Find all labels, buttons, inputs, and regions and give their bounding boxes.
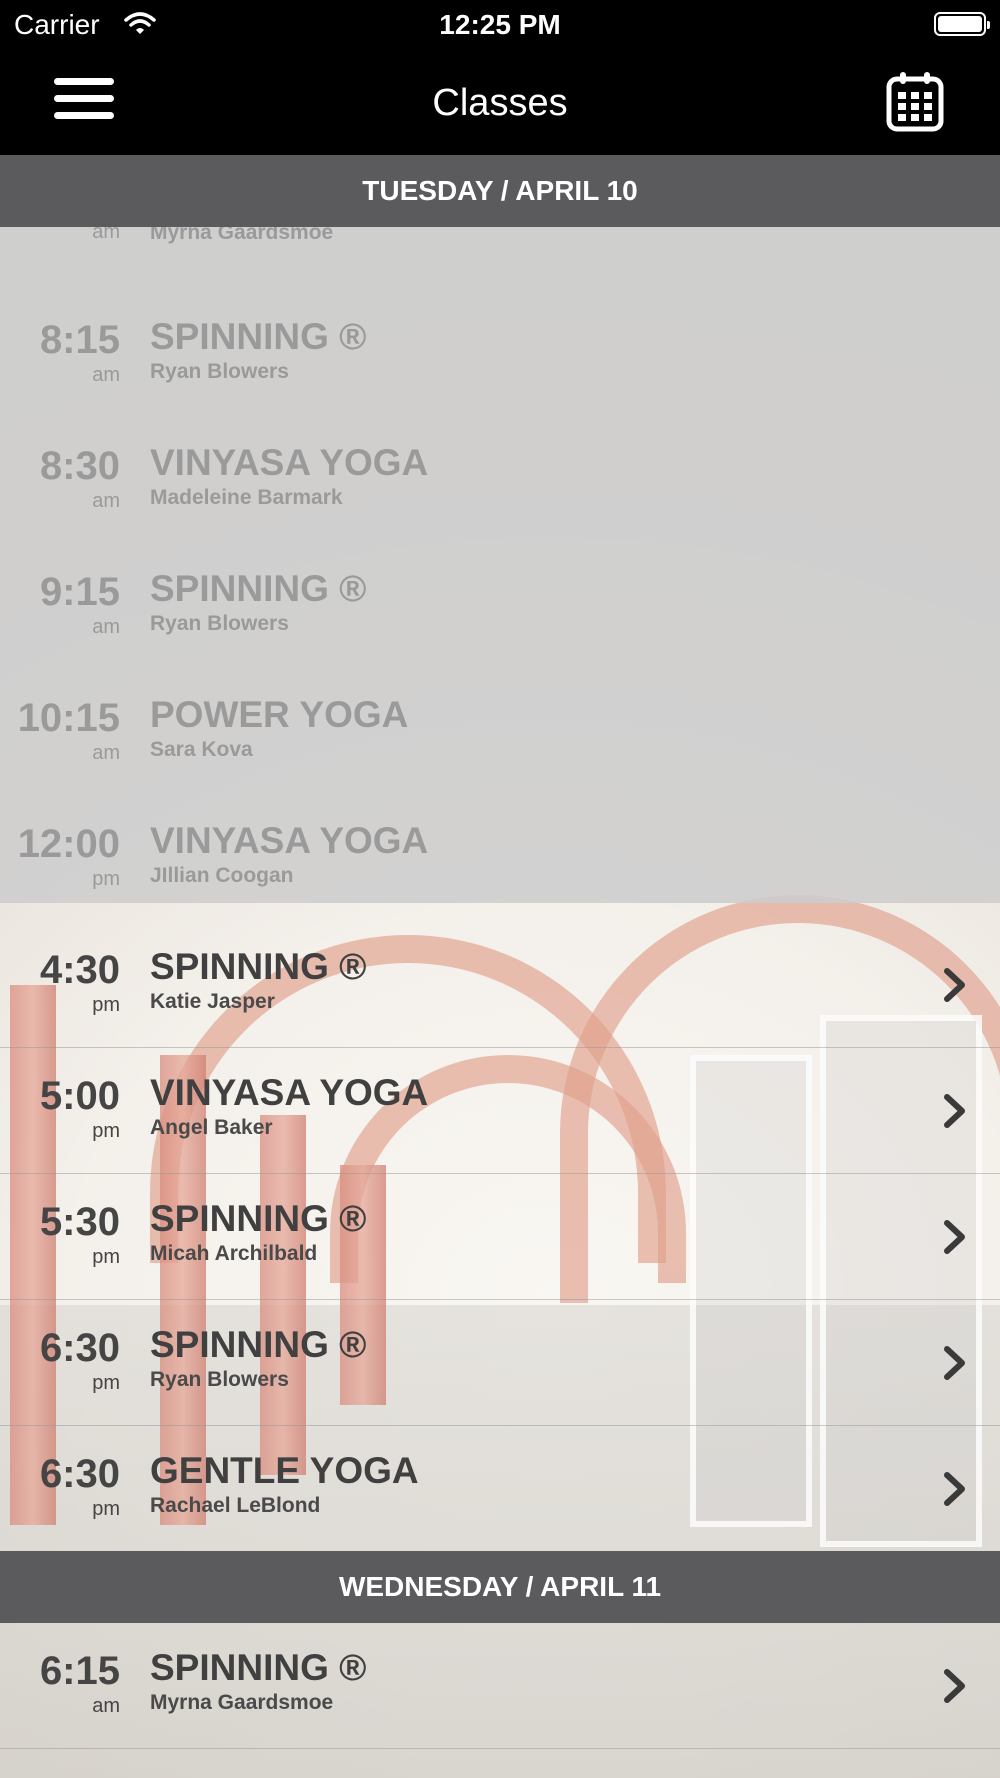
- class-name: SPINNING ®: [150, 1647, 367, 1688]
- class-row[interactable]: 5:00 pm VINYASA YOGA Angel Baker: [0, 1048, 1000, 1174]
- class-time: 10:15: [17, 696, 120, 740]
- status-time: 12:25 PM: [439, 9, 561, 40]
- class-name: VINYASA YOGA: [150, 820, 429, 861]
- instructor-name: Rachael LeBlond: [150, 1494, 321, 1517]
- class-name: SPINNING ®: [150, 946, 367, 987]
- class-row: 8:15 am SPINNING ® Ryan Blowers: [0, 292, 1000, 418]
- class-name: SPINNING ®: [150, 568, 367, 609]
- class-name: SPINNING ®: [150, 1324, 367, 1365]
- ampm-label: pm: [92, 1372, 120, 1394]
- day-header-label: TUESDAY / APRIL 10: [362, 175, 638, 206]
- ampm-label: pm: [92, 868, 120, 890]
- ampm-label: am: [92, 616, 120, 638]
- class-name: VINYASA YOGA: [150, 1072, 429, 1113]
- class-time: 8:15: [39, 318, 120, 362]
- class-time: 12:00: [17, 822, 120, 866]
- navigation-bar: Classes: [0, 52, 1000, 155]
- instructor-name: Sara Kova: [150, 738, 253, 761]
- class-time: 6:30: [39, 1452, 120, 1496]
- instructor-name: JIllian Coogan: [150, 864, 294, 887]
- instructor-name: Ryan Blowers: [150, 1368, 289, 1391]
- ampm-label: am: [92, 1695, 120, 1717]
- calendar-icon: [886, 72, 944, 132]
- class-row: 12:00 pm VINYASA YOGA JIllian Coogan: [0, 796, 1000, 922]
- class-row[interactable]: 6:30 pm SPINNING ® Ryan Blowers: [0, 1300, 1000, 1426]
- battery-icon: [934, 12, 990, 36]
- instructor-name: Angel Baker: [150, 1116, 273, 1139]
- instructor-name: Katie Jasper: [150, 990, 275, 1013]
- class-time: 9:15: [39, 570, 120, 614]
- class-time: 6:15: [39, 1649, 120, 1693]
- day-header-tuesday-sticky: TUESDAY / APRIL 10: [0, 155, 1000, 227]
- class-time: 4:30: [39, 948, 120, 992]
- class-row[interactable]: 5:30 pm SPINNING ® Micah Archilbald: [0, 1174, 1000, 1300]
- ampm-label: am: [92, 490, 120, 512]
- class-row[interactable]: 6:30 pm GENTLE YOGA Rachael LeBlond: [0, 1426, 1000, 1552]
- instructor-name: Ryan Blowers: [150, 360, 289, 383]
- ampm-label: pm: [92, 994, 120, 1016]
- chevron-right-icon: [944, 1094, 965, 1128]
- class-row: 8:30 am VINYASA YOGA Madeleine Barmark: [0, 418, 1000, 544]
- class-row[interactable]: 6:15 am SPINNING ® Myrna Gaardsmoe: [0, 1623, 1000, 1749]
- chevron-right-icon: [944, 968, 965, 1002]
- class-row: 10:15 am POWER YOGA Sara Kova: [0, 670, 1000, 796]
- ampm-label: am: [92, 364, 120, 386]
- class-row: 9:15 am SPINNING ® Ryan Blowers: [0, 544, 1000, 670]
- day-header-wednesday: WEDNESDAY / APRIL 11: [0, 1551, 1000, 1623]
- calendar-button[interactable]: [886, 70, 944, 132]
- chevron-right-icon: [944, 1346, 965, 1380]
- instructor-name: Madeleine Barmark: [150, 486, 343, 509]
- class-name: VINYASA YOGA: [150, 442, 429, 483]
- page-title: Classes: [432, 82, 568, 124]
- chevron-right-icon: [944, 1472, 965, 1506]
- ampm-label: pm: [92, 1246, 120, 1268]
- instructor-name: Myrna Gaardsmoe: [150, 1691, 334, 1714]
- ampm-label: am: [92, 742, 120, 764]
- class-name: SPINNING ®: [150, 1198, 367, 1239]
- class-time: 6:30: [39, 1326, 120, 1370]
- class-time: 5:30: [39, 1200, 120, 1244]
- class-row[interactable]: 4:30 pm SPINNING ® Katie Jasper: [0, 922, 1000, 1048]
- ampm-label: pm: [92, 1120, 120, 1142]
- instructor-name: Ryan Blowers: [150, 612, 289, 635]
- class-name: SPINNING ®: [150, 316, 367, 357]
- class-name: POWER YOGA: [150, 694, 409, 735]
- class-time: 8:30: [39, 444, 120, 488]
- ampm-label: pm: [92, 1498, 120, 1520]
- chevron-right-icon: [944, 1220, 965, 1254]
- class-name: GENTLE YOGA: [150, 1450, 419, 1491]
- instructor-name: Micah Archilbald: [150, 1242, 318, 1265]
- chevron-right-icon: [944, 1669, 965, 1703]
- status-bar: Carrier 12:25 PM: [0, 0, 1000, 52]
- class-time: 5:00: [39, 1074, 120, 1118]
